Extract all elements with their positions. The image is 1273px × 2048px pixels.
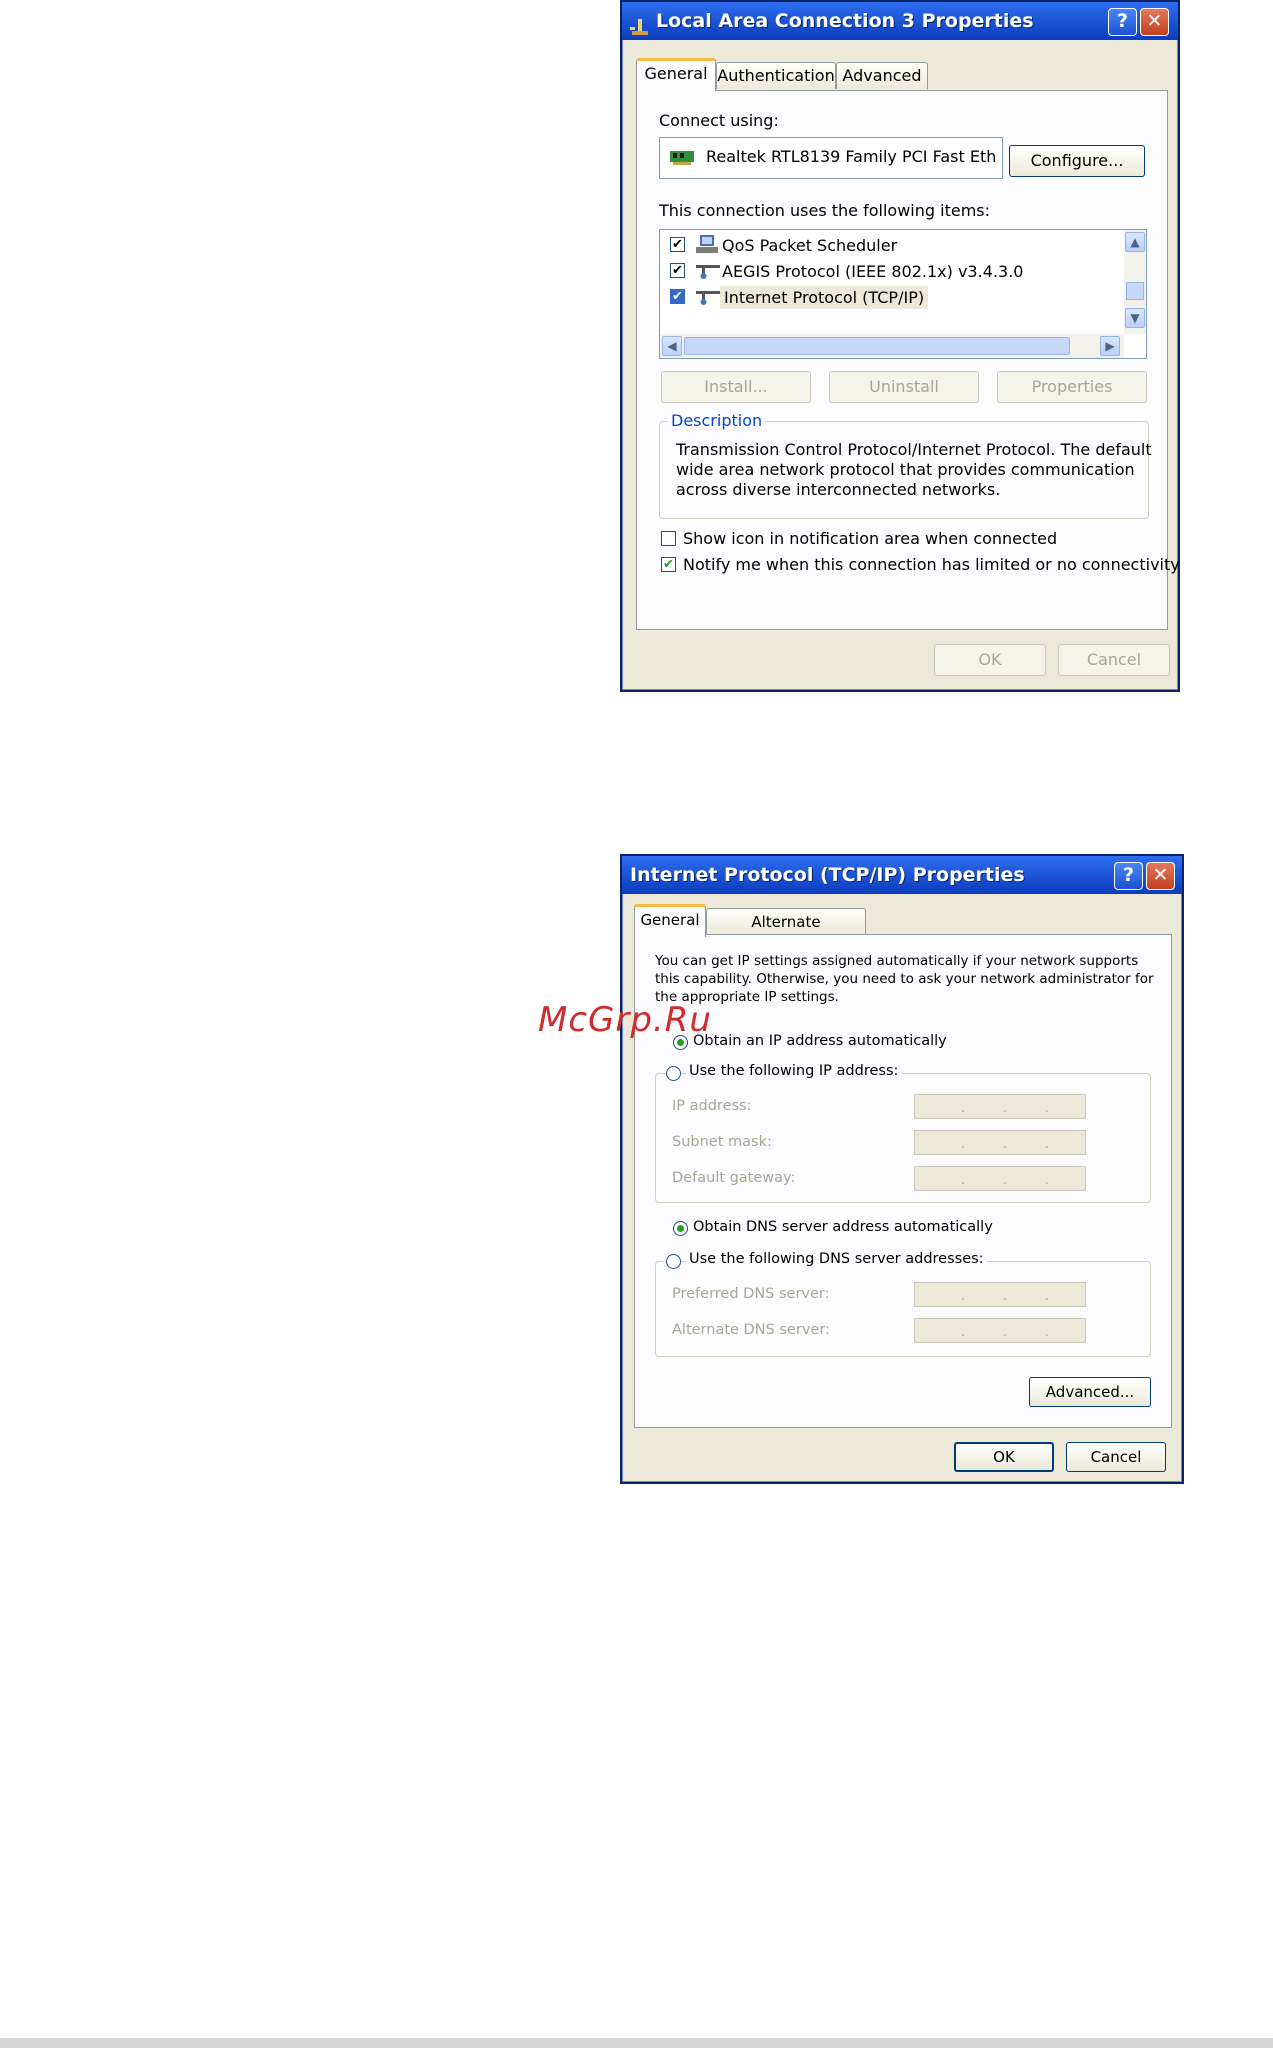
intro-line: this capability. Otherwise, you need to … — [655, 971, 1154, 987]
scroll-thumb[interactable] — [1126, 282, 1144, 300]
notify-label: Notify me when this connection has limit… — [683, 555, 1180, 574]
default-gateway-label: Default gateway: — [672, 1170, 796, 1186]
uninstall-button[interactable]: Uninstall — [829, 371, 979, 403]
adapter-field: Realtek RTL8139 Family PCI Fast Eth — [659, 137, 1003, 179]
general-panel: You can get IP settings assigned automat… — [634, 934, 1172, 1428]
obtain-dns-radio[interactable] — [673, 1221, 688, 1236]
list-item[interactable]: ✔ Internet Protocol (TCP/IP) — [660, 284, 1122, 310]
page-bottom-bar — [0, 2038, 1273, 2048]
help-button[interactable]: ? — [1114, 862, 1143, 890]
close-button[interactable]: ✕ — [1140, 8, 1169, 36]
network-connection-icon — [630, 12, 650, 35]
lan-properties-dialog: Local Area Connection 3 Properties ? ✕ G… — [620, 0, 1180, 692]
configure-button[interactable]: Configure... — [1009, 145, 1145, 177]
scroll-down-icon[interactable]: ▼ — [1125, 308, 1145, 328]
ip-address-label: IP address: — [672, 1098, 752, 1114]
items-label: This connection uses the following items… — [659, 201, 990, 220]
list-item[interactable]: ✔ AEGIS Protocol (IEEE 802.1x) v3.4.3.0 — [660, 258, 1122, 284]
default-gateway-field: ... — [914, 1166, 1086, 1191]
help-button[interactable]: ? — [1108, 8, 1137, 36]
list-item[interactable]: ✔ QoS Packet Scheduler — [660, 232, 1122, 258]
item-label: Internet Protocol (TCP/IP) — [720, 286, 929, 309]
network-protocol-icon — [696, 263, 720, 283]
advanced-button[interactable]: Advanced... — [1029, 1377, 1151, 1407]
use-ip-label: Use the following IP address: — [686, 1063, 902, 1079]
obtain-ip-label: Obtain an IP address automatically — [693, 1033, 947, 1049]
watermark-text: McGrp.Ru — [538, 1000, 712, 1040]
tab-strip: General Authentication Advanced — [636, 58, 1166, 92]
item-label: QoS Packet Scheduler — [722, 236, 898, 255]
network-adapter-icon — [670, 149, 694, 169]
scheduler-icon — [696, 235, 718, 259]
tab-general[interactable]: General — [636, 58, 716, 91]
adapter-name: Realtek RTL8139 Family PCI Fast Eth — [706, 147, 996, 166]
show-icon-label: Show icon in notification area when conn… — [683, 529, 1058, 548]
notify-checkbox[interactable]: ✔ — [661, 557, 676, 572]
description-line: Transmission Control Protocol/Internet P… — [676, 440, 1152, 459]
tab-authentication[interactable]: Authentication — [716, 62, 836, 89]
show-icon-checkbox[interactable] — [661, 531, 676, 546]
alternate-dns-label: Alternate DNS server: — [672, 1322, 830, 1338]
scroll-right-icon[interactable]: ▶ — [1100, 336, 1120, 356]
use-dns-radio[interactable] — [666, 1254, 681, 1269]
tab-advanced[interactable]: Advanced — [836, 62, 928, 89]
cancel-button[interactable]: Cancel — [1058, 644, 1170, 676]
description-line: wide area network protocol that provides… — [676, 460, 1135, 479]
connect-using-label: Connect using: — [659, 111, 779, 130]
intro-line: You can get IP settings assigned automat… — [655, 953, 1139, 969]
horizontal-scrollbar[interactable]: ◀ ▶ — [660, 334, 1124, 358]
item-checkbox[interactable]: ✔ — [670, 263, 685, 278]
network-protocol-icon — [696, 289, 720, 309]
dialog-title: Local Area Connection 3 Properties — [656, 10, 1034, 32]
ip-address-group: Use the following IP address: IP address… — [655, 1063, 1151, 1203]
tcpip-properties-dialog: Internet Protocol (TCP/IP) Properties ? … — [620, 854, 1184, 1484]
dialog-title: Internet Protocol (TCP/IP) Properties — [630, 864, 1025, 886]
preferred-dns-field: ... — [914, 1282, 1086, 1307]
title-bar[interactable]: Internet Protocol (TCP/IP) Properties ? … — [622, 856, 1182, 894]
components-list[interactable]: ✔ QoS Packet Scheduler ✔ AEGIS Protocol … — [659, 229, 1147, 359]
install-button[interactable]: Install... — [661, 371, 811, 403]
ok-button[interactable]: OK — [954, 1442, 1054, 1472]
subnet-mask-field: ... — [914, 1130, 1086, 1155]
obtain-dns-label: Obtain DNS server address automatically — [693, 1219, 993, 1235]
close-button[interactable]: ✕ — [1146, 862, 1175, 890]
item-checkbox[interactable]: ✔ — [670, 289, 685, 304]
vertical-scrollbar[interactable]: ▲ ▼ — [1124, 230, 1146, 334]
general-panel: Connect using: Realtek RTL8139 Family PC… — [636, 90, 1180, 630]
scroll-up-icon[interactable]: ▲ — [1125, 232, 1145, 252]
use-dns-label: Use the following DNS server addresses: — [686, 1251, 987, 1267]
preferred-dns-label: Preferred DNS server: — [672, 1286, 830, 1302]
description-line: across diverse interconnected networks. — [676, 480, 1001, 499]
item-checkbox[interactable]: ✔ — [670, 237, 685, 252]
ok-button[interactable]: OK — [934, 644, 1046, 676]
ip-address-field: ... — [914, 1094, 1086, 1119]
subnet-mask-label: Subnet mask: — [672, 1134, 772, 1150]
tab-alternate-configuration[interactable]: Alternate Configuration — [706, 908, 866, 957]
scroll-thumb[interactable] — [684, 337, 1070, 355]
description-group: Description Transmission Control Protoco… — [659, 411, 1152, 519]
cancel-button[interactable]: Cancel — [1066, 1442, 1166, 1472]
properties-button[interactable]: Properties — [997, 371, 1147, 403]
item-label: AEGIS Protocol (IEEE 802.1x) v3.4.3.0 — [722, 262, 1024, 281]
title-bar[interactable]: Local Area Connection 3 Properties ? ✕ — [622, 2, 1178, 40]
description-title: Description — [668, 411, 766, 430]
scroll-left-icon[interactable]: ◀ — [662, 336, 682, 356]
use-ip-radio[interactable] — [666, 1066, 681, 1081]
tab-general[interactable]: General — [634, 904, 706, 937]
dns-group: Use the following DNS server addresses: … — [655, 1251, 1151, 1357]
alternate-dns-field: ... — [914, 1318, 1086, 1343]
